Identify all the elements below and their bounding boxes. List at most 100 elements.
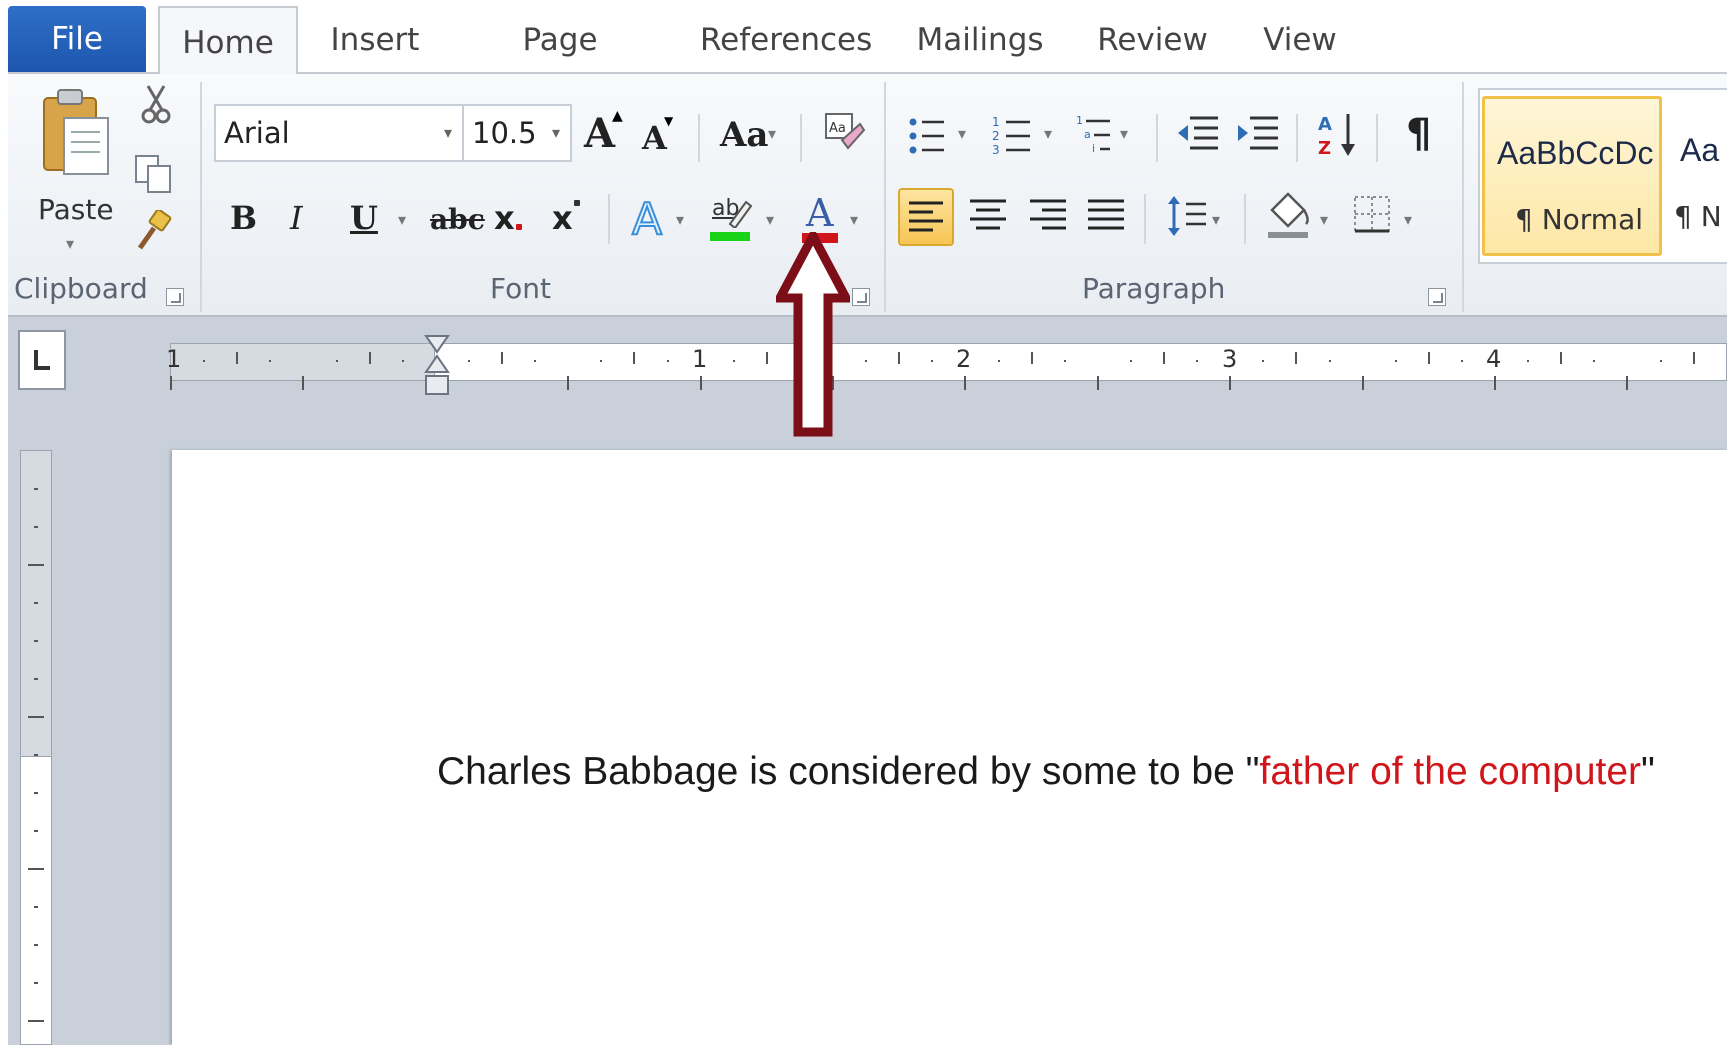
format-painter-icon[interactable] bbox=[134, 210, 176, 252]
button-divider bbox=[1156, 114, 1158, 162]
document-text-end: " bbox=[1641, 750, 1655, 793]
bold-button[interactable]: B bbox=[230, 202, 257, 234]
vertical-ruler-tick bbox=[28, 716, 44, 718]
paste-dropdown-arrow[interactable]: ▾ bbox=[66, 234, 74, 253]
tab-selector[interactable] bbox=[18, 330, 66, 390]
vertical-ruler-tick bbox=[28, 564, 44, 566]
style-no-spacing-preview: Aa bbox=[1680, 132, 1720, 168]
clipboard-dialog-launcher[interactable] bbox=[166, 288, 184, 306]
grow-font-button[interactable]: A bbox=[584, 114, 615, 154]
underline-button[interactable]: U bbox=[350, 202, 378, 234]
change-case-dropdown-arrow[interactable]: ▾ bbox=[768, 124, 776, 143]
font-size-combo[interactable]: 10.5 ▾ bbox=[462, 104, 572, 162]
style-no-spacing[interactable]: Aa ¶ N bbox=[1668, 96, 1727, 256]
text-effects-button[interactable]: A bbox=[631, 197, 663, 243]
ruler-number: 4 bbox=[1486, 345, 1502, 373]
ruler-tick bbox=[335, 360, 338, 362]
font-color-dropdown-arrow[interactable]: ▾ bbox=[850, 210, 858, 229]
cut-icon[interactable] bbox=[140, 84, 172, 126]
numbering-dropdown-arrow[interactable]: ▾ bbox=[1044, 124, 1052, 143]
group-divider bbox=[1462, 82, 1464, 312]
tab-review[interactable]: Review bbox=[1095, 0, 1210, 72]
superscript-button[interactable]: x bbox=[552, 202, 573, 234]
tab-file[interactable]: File bbox=[8, 6, 146, 72]
ruler-area bbox=[0, 317, 1727, 445]
shading-dropdown-arrow[interactable]: ▾ bbox=[1320, 210, 1328, 229]
tab-references[interactable]: References bbox=[700, 0, 872, 72]
italic-button[interactable]: I bbox=[290, 202, 303, 234]
paste-icon[interactable] bbox=[38, 88, 114, 180]
highlight-button[interactable]: ab bbox=[708, 194, 752, 244]
decrease-indent-icon[interactable] bbox=[1176, 112, 1220, 158]
bullets-icon[interactable] bbox=[908, 114, 948, 158]
ruler-tick bbox=[269, 360, 272, 362]
numbering-icon[interactable]: 1 2 3 bbox=[992, 112, 1034, 158]
align-center-icon[interactable] bbox=[968, 198, 1008, 236]
text-effects-dropdown-arrow[interactable]: ▾ bbox=[676, 210, 684, 229]
style-normal[interactable]: AaBbCcDc ¶ Normal bbox=[1482, 96, 1662, 256]
ruler-tick bbox=[1262, 360, 1265, 362]
shading-icon[interactable] bbox=[1266, 190, 1314, 240]
document-text-red: father of the computer bbox=[1259, 750, 1642, 793]
font-dialog-launcher[interactable] bbox=[852, 288, 870, 306]
justify-icon[interactable] bbox=[1086, 198, 1126, 236]
strikethrough-button[interactable]: abc bbox=[430, 206, 485, 234]
font-name-dropdown-arrow[interactable]: ▾ bbox=[444, 106, 452, 160]
paragraph-dialog-launcher[interactable] bbox=[1428, 288, 1446, 306]
borders-dropdown-arrow[interactable]: ▾ bbox=[1404, 210, 1412, 229]
sort-icon[interactable]: A Z bbox=[1316, 110, 1360, 160]
underline-dropdown-arrow[interactable]: ▾ bbox=[398, 210, 406, 229]
ruler-tick bbox=[732, 360, 735, 362]
highlight-dropdown-arrow[interactable]: ▾ bbox=[766, 210, 774, 229]
button-divider bbox=[1144, 194, 1146, 244]
ruler-tick bbox=[1460, 360, 1463, 362]
multilevel-dropdown-arrow[interactable]: ▾ bbox=[1120, 124, 1128, 143]
svg-text:1: 1 bbox=[1076, 114, 1083, 127]
ruler-tick bbox=[1328, 360, 1331, 362]
tab-page-layout[interactable]: Page Layout bbox=[470, 0, 650, 138]
subscript-button[interactable]: x bbox=[494, 202, 515, 234]
align-left-icon bbox=[909, 201, 943, 232]
ruler-tick bbox=[699, 376, 702, 390]
clear-formatting-icon[interactable]: Aa bbox=[820, 110, 866, 156]
tab-home[interactable]: Home bbox=[158, 6, 298, 74]
style-normal-name: ¶ Normal bbox=[1515, 203, 1644, 236]
svg-text:Z: Z bbox=[1318, 138, 1331, 159]
ruler-tick bbox=[236, 352, 239, 364]
ruler-tick bbox=[997, 360, 1000, 362]
ruler-tick bbox=[203, 360, 206, 362]
ruler-tick bbox=[765, 352, 768, 364]
ruler-tick bbox=[1560, 352, 1563, 364]
tab-insert[interactable]: Insert bbox=[325, 0, 425, 72]
shrink-font-arrow-icon: ▼ bbox=[664, 114, 674, 128]
bullets-dropdown-arrow[interactable]: ▾ bbox=[958, 124, 966, 143]
font-name-value: Arial bbox=[224, 116, 290, 150]
show-formatting-marks-button[interactable]: ¶ bbox=[1406, 114, 1431, 154]
borders-icon[interactable] bbox=[1352, 194, 1392, 234]
ruler-tick bbox=[600, 360, 603, 362]
copy-icon[interactable] bbox=[134, 154, 174, 194]
ruler-tick bbox=[567, 376, 570, 390]
tab-view[interactable]: View bbox=[1260, 0, 1340, 72]
vertical-ruler-tick bbox=[28, 868, 44, 870]
document-paragraph[interactable]: Charles Babbage is considered by some to… bbox=[437, 750, 1655, 794]
align-right-icon[interactable] bbox=[1028, 198, 1068, 236]
line-spacing-icon[interactable] bbox=[1166, 194, 1208, 240]
change-case-button[interactable]: Aa bbox=[720, 118, 768, 152]
indent-marker-icon[interactable] bbox=[424, 334, 450, 398]
ruler-tick bbox=[1096, 376, 1099, 390]
tab-mailings[interactable]: Mailings bbox=[915, 0, 1045, 72]
paste-button-label[interactable]: Paste bbox=[38, 196, 114, 224]
ruler-tick bbox=[401, 360, 404, 362]
font-size-dropdown-arrow[interactable]: ▾ bbox=[552, 106, 560, 160]
ruler-tick bbox=[1229, 376, 1232, 390]
vertical-ruler-tick bbox=[34, 678, 38, 680]
line-spacing-dropdown-arrow[interactable]: ▾ bbox=[1212, 210, 1220, 229]
multilevel-list-icon[interactable]: 1 a i bbox=[1076, 112, 1120, 158]
vertical-ruler-tick bbox=[34, 792, 38, 794]
font-name-combo[interactable]: Arial ▾ bbox=[214, 104, 464, 162]
document-page[interactable] bbox=[172, 450, 1727, 1045]
align-left-button[interactable] bbox=[898, 188, 954, 246]
ruler-tick bbox=[1163, 352, 1165, 364]
increase-indent-icon[interactable] bbox=[1236, 112, 1280, 158]
